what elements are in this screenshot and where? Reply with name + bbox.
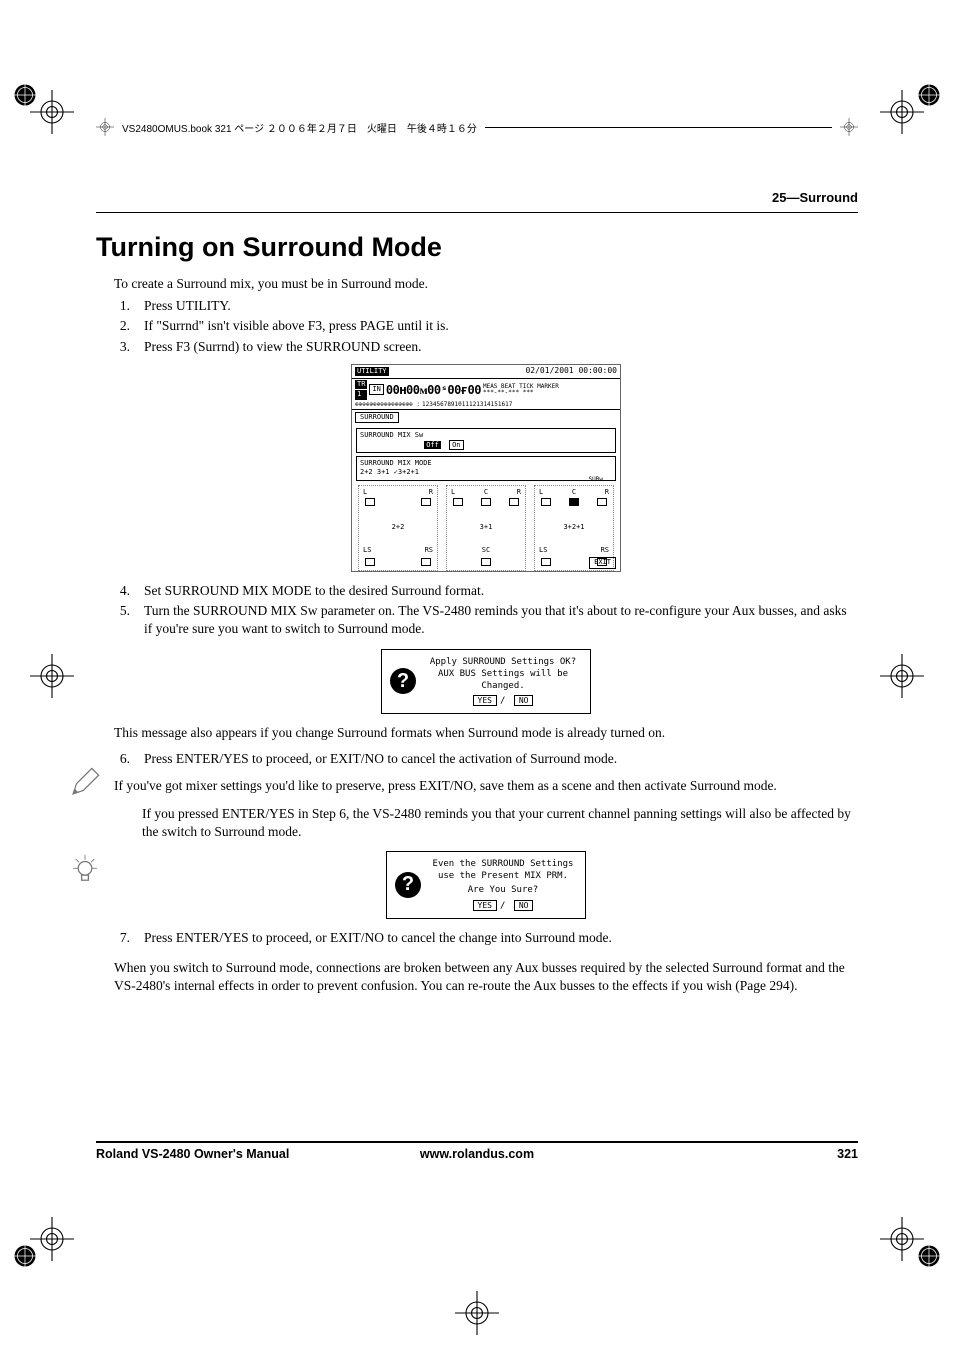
fig-one-chip: 1 (355, 390, 367, 399)
page-footer: Roland VS-2480 Owner's Manual www.roland… (96, 1141, 858, 1161)
fig-in-chip: IN (369, 384, 383, 395)
registration-corner-icon (914, 1241, 944, 1271)
dialog-no: NO (514, 695, 534, 706)
step-text: If "Surrnd" isn't visible above F3, pres… (144, 317, 858, 335)
intro-text: To create a Surround mix, you must be in… (114, 275, 858, 293)
registration-mark-icon (880, 654, 924, 698)
print-filename: VS2480OMUS.book 321 ページ ２００６年２月７日 火曜日 午後… (122, 120, 477, 135)
body-text: If you pressed ENTER/YES in Step 6, the … (142, 805, 858, 841)
footer-left: Roland VS-2480 Owner's Manual (96, 1147, 350, 1161)
dialog-yes: YES (473, 900, 497, 911)
fig-date: 02/01/2001 00:00:00 (525, 366, 617, 377)
fig-timecode: 00ʜ00ᴍ00ˢ00ғ00 (386, 382, 481, 398)
dialog-text: AUX BUS Settings will be Changed. (424, 668, 582, 692)
confirm-dialog-1: ? Apply SURROUND Settings OK? AUX BUS Se… (381, 649, 591, 715)
fig-meta: ***-**-*** *** (483, 390, 559, 396)
registration-corner-icon (10, 80, 40, 110)
fig-tab: SURROUND (355, 412, 399, 423)
fig-subw: SUBw (589, 476, 603, 484)
registration-mark-icon (96, 118, 114, 136)
steps-list-c: 6.Press ENTER/YES to proceed, or EXIT/NO… (114, 750, 858, 768)
step-text: Set SURROUND MIX MODE to the desired Sur… (144, 582, 858, 600)
registration-corner-icon (914, 80, 944, 110)
footer-page-number: 321 (604, 1147, 858, 1161)
step-text: Press UTILITY. (144, 297, 858, 315)
registration-mark-icon (455, 1291, 499, 1335)
fig-cell-label: 3+2+1 (535, 523, 613, 532)
dialog-yes: YES (473, 695, 497, 706)
fig-sw-on: On (449, 440, 463, 450)
steps-list-d: 7.Press ENTER/YES to proceed, or EXIT/NO… (114, 929, 858, 947)
dialog-no: NO (514, 900, 534, 911)
section-header: 25—Surround (772, 190, 858, 205)
fig-mode-label: SURROUND MIX MODE (360, 459, 432, 467)
question-icon: ? (395, 872, 421, 898)
dialog-text: Even the SURROUND Settings (429, 858, 577, 870)
steps-list-b: 4.Set SURROUND MIX MODE to the desired S… (114, 582, 858, 639)
dialog-text: Apply SURROUND Settings OK? (424, 656, 582, 668)
tip-text: If you've got mixer settings you'd like … (114, 777, 858, 795)
footer-center: www.rolandus.com (350, 1147, 604, 1161)
dialog-text: use the Present MIX PRM. (429, 870, 577, 882)
closing-text: When you switch to Surround mode, connec… (114, 959, 858, 995)
fig-mode-opts: 2+2 3+1 ✓3+2+1 (360, 468, 419, 476)
step-text: Press F3 (Surrnd) to view the SURROUND s… (144, 338, 858, 356)
surround-screen-figure: UTILITY 02/01/2001 00:00:00 TR 1 IN 00ʜ0… (351, 364, 621, 572)
note-text: This message also appears if you change … (114, 724, 858, 742)
confirm-dialog-2: ? Even the SURROUND Settings use the Pre… (386, 851, 586, 919)
page-title: Turning on Surround Mode (96, 232, 858, 263)
note-pencil-icon (68, 765, 102, 799)
steps-list-a: 1.Press UTILITY. 2.If "Surrnd" isn't vis… (114, 297, 858, 356)
print-header: VS2480OMUS.book 321 ページ ２００６年２月７日 火曜日 午後… (96, 118, 858, 136)
fig-sw-label: SURROUND MIX Sw (360, 431, 423, 439)
fig-cell-label: 3+1 (447, 523, 525, 532)
registration-corner-icon (10, 1241, 40, 1271)
fig-exit: EXIT (589, 557, 616, 568)
question-icon: ? (390, 668, 416, 694)
fig-title-chip: UTILITY (355, 367, 389, 376)
dialog-text: Are You Sure? (429, 884, 577, 896)
header-rule (96, 212, 858, 213)
step-text: Press ENTER/YES to proceed, or EXIT/NO t… (144, 929, 858, 947)
fig-tr-chip: TR (355, 380, 367, 389)
step-text: Turn the SURROUND MIX Sw parameter on. T… (144, 602, 858, 638)
tip-bulb-icon (68, 853, 102, 887)
step-text: Press ENTER/YES to proceed, or EXIT/NO t… (144, 750, 858, 768)
registration-mark-icon (30, 654, 74, 698)
fig-counter: 1234567891011121314151617 (422, 401, 512, 409)
registration-mark-icon (840, 118, 858, 136)
fig-cell-label: 2+2 (359, 523, 437, 532)
fig-sw-off: Off (424, 441, 441, 449)
